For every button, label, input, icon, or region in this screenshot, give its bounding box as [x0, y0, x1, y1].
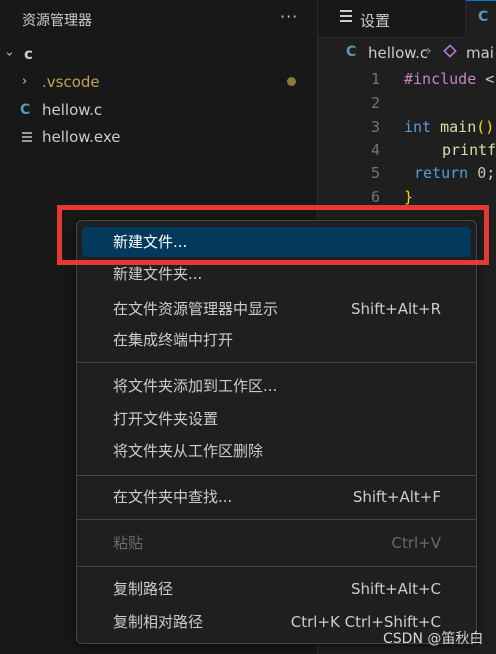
context-menu: 新建文件... 新建文件夹... 在文件资源管理器中显示 Shift+Alt+R…: [76, 220, 477, 644]
file-lines-icon: [22, 132, 32, 142]
menu-separator: [77, 475, 476, 476]
breadcrumb-file[interactable]: hellow.c: [368, 44, 428, 62]
c-file-icon: C: [478, 9, 489, 25]
line-number: 1: [370, 70, 380, 88]
shortcut-label: Ctrl+V: [391, 534, 441, 552]
tree-item-hellow-exe[interactable]: hellow.exe: [0, 124, 318, 150]
menu-item-reveal-in-explorer[interactable]: 在文件资源管理器中显示 Shift+Alt+R: [82, 294, 471, 324]
tree-item-hellow-c[interactable]: C hellow.c: [0, 97, 318, 123]
chevron-down-icon: ›: [1, 51, 17, 57]
menu-separator: [77, 566, 476, 567]
watermark: CSDN @笛秋白: [383, 631, 484, 647]
tree-item-vscode[interactable]: › .vscode: [0, 69, 318, 95]
code-line-4: printf: [442, 141, 496, 159]
breadcrumb-symbol[interactable]: mai: [466, 44, 494, 62]
explorer-title: 资源管理器: [22, 13, 92, 29]
c-file-icon: C: [20, 102, 31, 118]
shortcut-label: Shift+Alt+F: [352, 488, 441, 506]
tab-label: 设置: [360, 12, 391, 30]
menu-separator: [77, 519, 476, 520]
line-number: 5: [370, 164, 380, 182]
line-number: 3: [370, 118, 380, 136]
menu-item-find-in-folder[interactable]: 在文件夹中查找... Shift+Alt+F: [82, 482, 471, 512]
folder-row-c[interactable]: › c: [0, 41, 318, 67]
settings-lines-icon: [340, 10, 352, 24]
tree-item-label: hellow.exe: [42, 128, 121, 146]
tree-item-label: .vscode: [42, 73, 100, 91]
explorer-header: 资源管理器 ···: [0, 0, 318, 38]
shortcut-label: Shift+Alt+R: [351, 300, 441, 318]
folder-name: c: [24, 45, 33, 63]
tree-item-label: hellow.c: [42, 101, 103, 119]
menu-item-new-file[interactable]: 新建文件...: [82, 227, 471, 257]
menu-item-open-folder-settings[interactable]: 打开文件夹设置: [82, 404, 471, 434]
line-number: 4: [370, 141, 380, 159]
tab-hellow-c[interactable]: C: [466, 0, 496, 38]
menu-item-remove-folder-from-workspace[interactable]: 将文件夹从工作区删除: [82, 436, 471, 466]
code-line-6: }: [404, 188, 414, 206]
breadcrumb: C hellow.c › mai: [318, 38, 496, 66]
menu-item-open-in-terminal[interactable]: 在集成终端中打开: [82, 325, 471, 355]
c-file-icon: C: [346, 44, 357, 60]
menu-item-copy-path[interactable]: 复制路径 Shift+Alt+C: [82, 574, 471, 604]
editor-tabs: 设置 C: [318, 0, 496, 38]
menu-item-new-folder[interactable]: 新建文件夹...: [82, 259, 471, 289]
line-number: 6: [370, 188, 380, 206]
modified-dot-icon: [287, 77, 296, 86]
chevron-right-icon: ›: [22, 74, 28, 89]
tab-settings[interactable]: 设置: [318, 0, 466, 38]
menu-separator: [77, 362, 476, 363]
shortcut-label: Shift+Alt+C: [350, 580, 441, 598]
menu-item-paste[interactable]: 粘贴 Ctrl+V: [82, 528, 471, 558]
code-line-1: #include <: [404, 70, 495, 88]
menu-item-add-folder-to-workspace[interactable]: 将文件夹添加到工作区...: [82, 371, 471, 401]
code-line-3: int main(): [404, 118, 495, 136]
more-actions-icon[interactable]: ···: [280, 7, 298, 26]
chevron-right-icon: ›: [426, 43, 432, 59]
line-number: 2: [370, 94, 380, 112]
symbol-method-icon: [443, 44, 457, 58]
code-line-5: return 0;: [414, 164, 496, 182]
